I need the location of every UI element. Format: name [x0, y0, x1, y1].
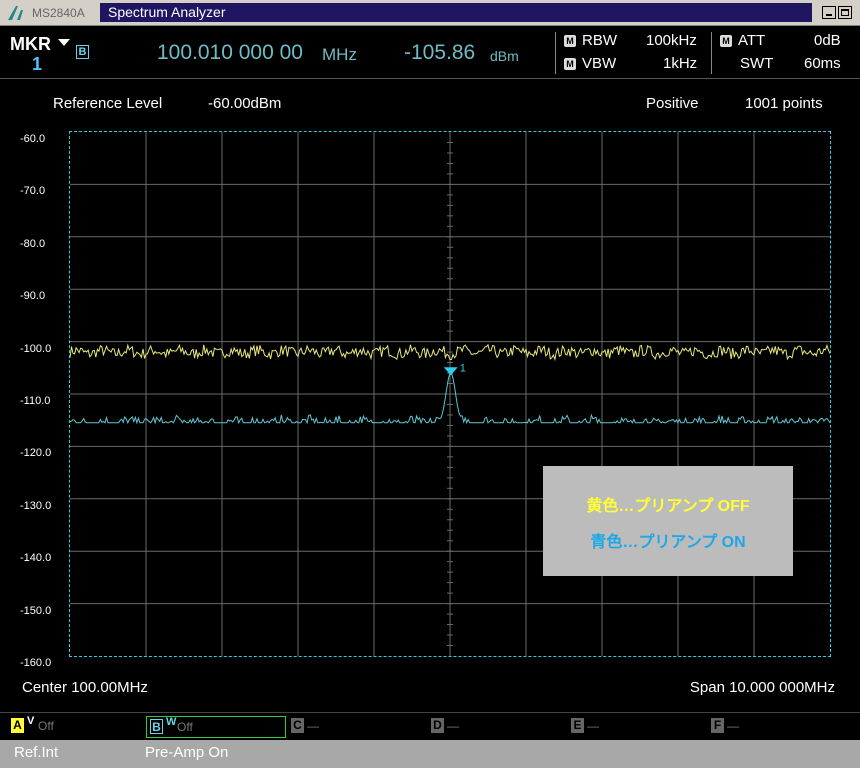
trace-slot-a[interactable]: A V Off	[8, 715, 148, 738]
y-tick-label: -80.0	[20, 237, 46, 250]
marker-dropdown-icon[interactable]	[58, 39, 70, 46]
y-tick-label: -120.0	[20, 447, 52, 460]
title-bar: MS2840A Spectrum Analyzer	[0, 0, 860, 26]
y-tick-label: -150.0	[20, 604, 52, 617]
vbw-value: 1kHz	[663, 55, 698, 72]
trace-b-mode: W	[166, 716, 177, 728]
trace-a-state: Off	[38, 719, 54, 733]
maximize-button[interactable]	[838, 6, 852, 19]
y-tick-label: -90.0	[20, 290, 46, 303]
spectrum-plot[interactable]: 11	[69, 131, 831, 657]
trace-f-state: —	[727, 719, 739, 733]
trace-points: 1001 points	[745, 95, 823, 112]
att-manual-badge: M	[720, 35, 732, 47]
y-tick-label: -110.0	[20, 395, 51, 407]
marker-label[interactable]: MKR	[10, 34, 51, 55]
app-title: Spectrum Analyzer	[100, 3, 812, 22]
trace-c-state: —	[307, 719, 319, 733]
trace-slot-d[interactable]: D —	[428, 716, 568, 738]
marker-1-label: 1	[460, 362, 466, 374]
trace-slot-f[interactable]: F —	[708, 716, 848, 738]
trace-e-state: —	[587, 719, 599, 733]
marker-frequency: 100.010 000 00	[157, 41, 303, 64]
trace-a-letter: A	[11, 718, 24, 733]
marker-level: -105.86	[404, 41, 476, 64]
reference-level-label: Reference Level	[53, 95, 163, 112]
detector-mode: Positive	[646, 95, 699, 112]
spectrum-analyzer-window: MS2840A Spectrum Analyzer MKR 1 B 100.01…	[0, 0, 860, 768]
y-tick-label: -100.0	[20, 342, 52, 355]
legend-preamp-on: 青色…プリアンプ ON	[590, 534, 746, 551]
att-value: 0dB	[814, 32, 841, 49]
vbw-manual-badge: M	[564, 58, 576, 70]
trace-d-state: —	[447, 719, 459, 733]
separator	[711, 32, 712, 74]
swt-label: SWT	[740, 55, 774, 72]
trace-slot-e[interactable]: E —	[568, 716, 708, 738]
vbw-label: VBW	[582, 55, 617, 72]
marker-1-top-label: 1	[447, 132, 453, 133]
preamp-status: Pre-Amp On	[145, 744, 229, 761]
y-tick-label: -140.0	[20, 552, 52, 565]
reference-level-value: -60.00dBm	[208, 95, 282, 112]
model-name: MS2840A	[32, 6, 85, 20]
y-tick-label: -160.0	[20, 657, 52, 669]
marker-trace-badge: B	[76, 45, 89, 59]
reference-source: Ref.Int	[14, 744, 59, 761]
spectrum-plot-svg: 11	[70, 132, 830, 656]
span-frequency: Span 10.000 000MHz	[689, 679, 835, 696]
trace-b-letter: B	[150, 719, 163, 734]
marker-frequency-unit: MHz	[322, 45, 357, 64]
trace-e-letter: E	[571, 718, 584, 733]
trace-slot-c[interactable]: C —	[288, 716, 428, 738]
marker-1-triangle	[443, 367, 458, 376]
trace-selector-bar: A V Off B W Off C — D — E — F —	[0, 712, 860, 740]
rbw-label: RBW	[582, 32, 617, 49]
trace-d-letter: D	[431, 718, 444, 733]
trace-b-state: Off	[177, 720, 193, 734]
y-tick-label: -130.0	[20, 499, 52, 512]
legend-callout: 黄色…プリアンプ OFF 青色…プリアンプ ON	[543, 466, 793, 576]
marker-level-unit: dBm	[490, 48, 519, 64]
marker-number: 1	[32, 54, 43, 74]
rbw-manual-badge: M	[564, 35, 576, 47]
rbw-value: 100kHz	[646, 32, 697, 49]
swt-value: 60ms	[804, 55, 841, 72]
trace-a-mode: V	[27, 715, 35, 727]
trace-slot-b[interactable]: B W Off	[146, 716, 286, 738]
trace-c-letter: C	[291, 718, 304, 733]
minimize-button[interactable]	[822, 6, 836, 19]
att-label: ATT	[738, 32, 766, 49]
trace-f-letter: F	[711, 718, 724, 733]
separator	[555, 32, 556, 74]
center-frequency: Center 100.00MHz	[22, 679, 148, 696]
anritsu-logo-icon	[8, 6, 23, 20]
y-tick-label: -70.0	[20, 185, 46, 198]
status-bar: Ref.Int Pre-Amp On	[0, 740, 860, 768]
marker-header: MKR 1 B 100.010 000 00 MHz -105.86 dBm M…	[0, 26, 860, 79]
y-tick-label: -60.0	[20, 133, 46, 145]
legend-preamp-off: 黄色…プリアンプ OFF	[586, 498, 750, 515]
